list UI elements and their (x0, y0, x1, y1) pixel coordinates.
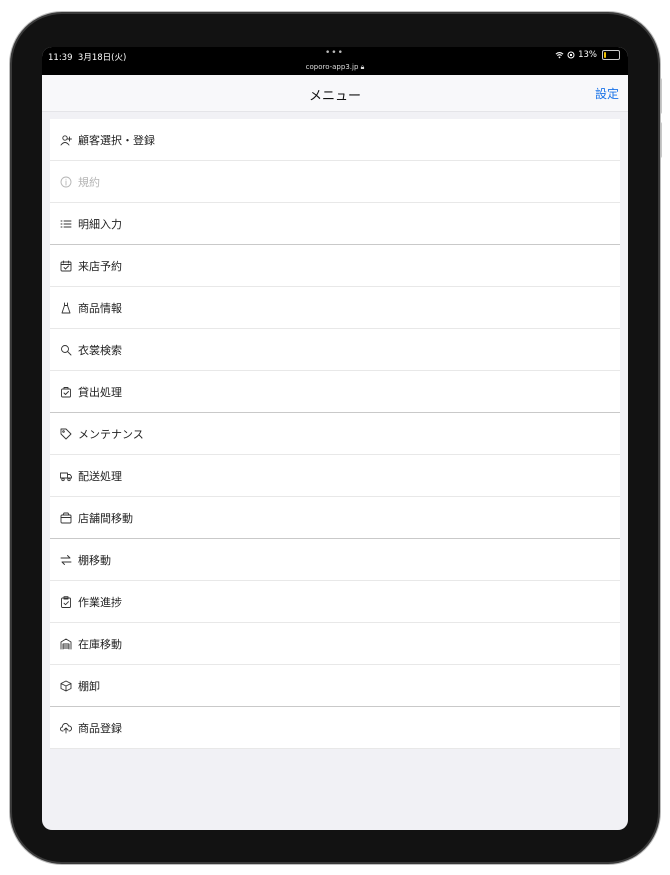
menu-item-label: 衣裳検索 (78, 343, 122, 357)
menu-item-label: 来店予約 (78, 259, 122, 273)
menu-item-12[interactable]: 在庫移動 (50, 623, 620, 665)
menu-item-5[interactable]: 衣裳検索 (50, 329, 620, 371)
menu-item-label: 配送処理 (78, 469, 122, 483)
menu-item-label: 商品登録 (78, 721, 122, 735)
status-time: 11:39 3月18日(火) (48, 53, 127, 63)
menu-item-0[interactable]: 顧客選択・登録 (50, 119, 620, 161)
screen: 11:39 3月18日(火) ••• coporo-app3.jp 🔒︎ 13%… (42, 47, 628, 830)
status-bar: 11:39 3月18日(火) ••• coporo-app3.jp 🔒︎ 13% (42, 47, 628, 75)
menu-item-11[interactable]: 作業進捗 (50, 581, 620, 623)
menu-item-6[interactable]: 貸出処理 (50, 371, 620, 413)
box-icon (60, 680, 72, 692)
menu-item-1: 規約 (50, 161, 620, 203)
dress-icon (60, 302, 72, 314)
battery-percent: 13% (578, 50, 597, 60)
info-icon (60, 176, 72, 188)
menu-item-label: 棚移動 (78, 553, 111, 567)
menu-item-label: 明細入力 (78, 217, 122, 231)
bag-check-icon (60, 386, 72, 398)
menu-item-label: 商品情報 (78, 301, 122, 315)
calendar-icon (60, 260, 72, 272)
lock-icon: 🔒︎ (360, 63, 365, 71)
list-icon (60, 218, 72, 230)
menu-item-label: 規約 (78, 175, 100, 189)
menu-item-8[interactable]: 配送処理 (50, 455, 620, 497)
menu-item-14[interactable]: 商品登録 (50, 707, 620, 749)
search-icon (60, 344, 72, 356)
menu-item-2[interactable]: 明細入力 (50, 203, 620, 245)
truck-icon (60, 470, 72, 482)
nav-bar: メニュー 設定 (42, 75, 628, 112)
menu-item-4[interactable]: 商品情報 (50, 287, 620, 329)
main-menu: 顧客選択・登録 規約明細入力来店予約商品情報衣裳検索貸出処理メンテナンス 配送処理店… (50, 119, 620, 749)
menu-item-label: 貸出処理 (78, 385, 122, 399)
menu-item-10[interactable]: 棚移動 (50, 539, 620, 581)
wifi-icon (555, 51, 564, 59)
menu-item-13[interactable]: 棚卸 (50, 665, 620, 707)
clipboard-check-icon (60, 595, 72, 608)
url-label[interactable]: coporo-app3.jp 🔒︎ (42, 63, 628, 72)
menu-item-label: 顧客選択・登録 (78, 133, 155, 147)
menu-item-label: 在庫移動 (78, 637, 122, 651)
menu-item-label: 作業進捗 (78, 595, 122, 609)
menu-item-label: 店舗間移動 (78, 511, 133, 525)
orientation-lock-icon (567, 51, 575, 59)
add-user-icon (60, 134, 72, 146)
warehouse-icon (60, 638, 72, 650)
menu-item-7[interactable]: メンテナンス (50, 413, 620, 455)
volume-up-button (658, 78, 662, 114)
menu-item-label: 棚卸 (78, 679, 100, 693)
tag-icon (60, 428, 72, 440)
settings-button[interactable]: 設定 (595, 85, 619, 102)
page-title: メニュー (308, 89, 361, 104)
volume-down-button (658, 122, 662, 158)
battery-icon (602, 50, 620, 60)
cloud-upload-icon (60, 722, 72, 734)
more-dots-icon[interactable]: ••• (325, 48, 344, 58)
status-right: 13% (555, 50, 620, 60)
swap-arrows-icon (60, 554, 72, 566)
store-icon (60, 512, 72, 524)
menu-item-3[interactable]: 来店予約 (50, 245, 620, 287)
menu-item-label: メンテナンス (78, 427, 144, 441)
menu-item-9[interactable]: 店舗間移動 (50, 497, 620, 539)
